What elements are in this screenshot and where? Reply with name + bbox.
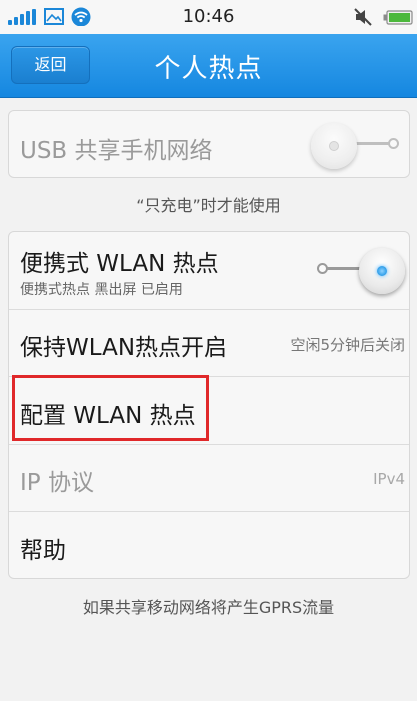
usb-tether-label: USB 共享手机网络: [20, 138, 213, 164]
usb-tether-card: USB 共享手机网络: [8, 110, 410, 178]
portable-hotspot-toggle[interactable]: [307, 246, 407, 294]
portable-hotspot-row[interactable]: 便携式 WLAN 热点 便携式热点 黑出屏 已启用: [9, 232, 409, 309]
portable-hotspot-label: 便携式 WLAN 热点: [20, 251, 219, 277]
highlight-box: [12, 375, 209, 441]
help-row[interactable]: 帮助: [9, 511, 409, 578]
toggle-knob: [359, 248, 405, 294]
toggle-track-end: [388, 138, 399, 149]
usb-tether-row[interactable]: USB 共享手机网络: [9, 111, 409, 177]
ip-protocol-label: IP 协议: [20, 470, 94, 496]
toggle-dot: [329, 141, 339, 151]
keep-hotspot-on-label: 保持WLAN热点开启: [20, 335, 228, 361]
keep-hotspot-on-value: 空闲5分钟后关闭: [290, 336, 405, 354]
page-title: 个人热点: [154, 54, 263, 84]
portable-hotspot-status: 便携式热点 黑出屏 已启用: [20, 282, 183, 298]
usb-tether-toggle[interactable]: [307, 121, 407, 169]
usb-caption: “只充电”时才能使用: [136, 196, 281, 215]
status-bar: 10:46: [0, 0, 417, 34]
mute-icon: [354, 8, 372, 26]
title-bar: 返回 个人热点: [0, 34, 417, 98]
help-label: 帮助: [20, 538, 66, 564]
toggle-dot: [377, 266, 387, 276]
battery-icon: [383, 10, 413, 25]
ip-protocol-row[interactable]: IP 协议 IPv4: [9, 444, 409, 511]
ip-protocol-value: IPv4: [373, 470, 405, 488]
footer-note: 如果共享移动网络将产生GPRS流量: [82, 598, 335, 617]
toggle-track-end: [317, 263, 328, 274]
toggle-knob: [311, 123, 357, 169]
keep-hotspot-on-row[interactable]: 保持WLAN热点开启 空闲5分钟后关闭: [9, 309, 409, 376]
